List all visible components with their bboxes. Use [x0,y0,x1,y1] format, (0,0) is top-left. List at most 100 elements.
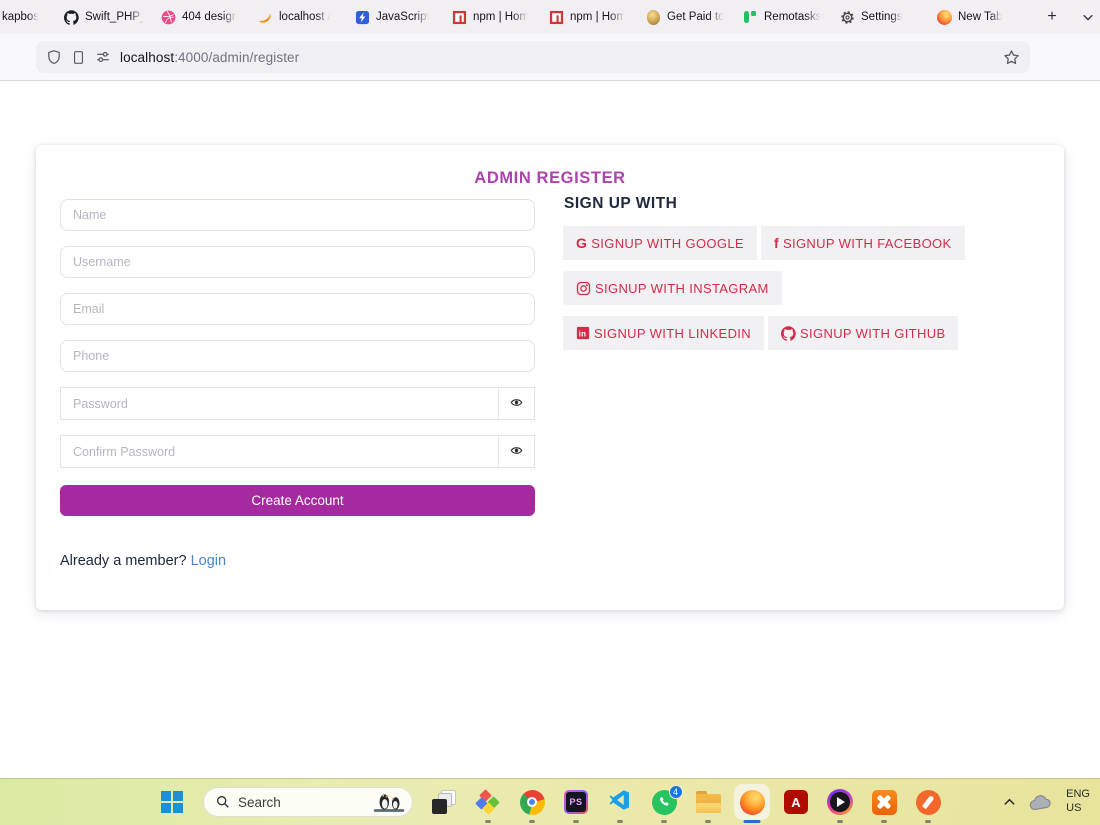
signup-facebook-button[interactable]: f SIGNUP WITH FACEBOOK [760,226,965,260]
confirm-password-field[interactable] [60,435,499,468]
taskbar-app-whatsapp[interactable]: 4 [651,784,683,815]
tab-label: localhost / [279,11,331,23]
page-title: ADMIN REGISTER [474,169,626,187]
login-link[interactable]: Login [191,553,226,569]
social-button-label: SIGNUP WITH FACEBOOK [782,235,952,251]
phone-field[interactable] [60,340,535,372]
windows-taskbar: Search PS 4 A ENG US [0,778,1100,825]
confirm-password-group [60,435,535,468]
github-icon [781,325,796,341]
tab-label: Settings [861,11,903,23]
taskbar-search[interactable]: Search [203,787,413,817]
signup-github-button[interactable]: SIGNUP WITH GITHUB [768,316,959,350]
taskbar-app-phpstorm[interactable]: PS [563,789,589,815]
page-info-icon[interactable] [71,50,86,65]
register-form: Create Account Already a member? Login [60,199,535,569]
toggle-password-visibility-button[interactable] [498,387,535,420]
tab-label: npm | Hom [473,11,530,23]
tab-get-paid[interactable]: Get Paid to [638,0,735,34]
gold-ear-icon [645,9,661,25]
tab-label: JavaScript [376,11,430,23]
npm-icon [548,9,564,25]
toggle-confirm-visibility-button[interactable] [498,435,535,468]
google-icon: G [576,235,588,251]
url-text[interactable]: localhost:4000/admin/register [120,50,994,65]
feather-app-icon [915,789,941,815]
social-button-label: SIGNUP WITH INSTAGRAM [595,280,769,296]
facebook-icon: f [773,235,779,251]
tab-swift-php[interactable]: Swift_PHP_ [56,0,153,34]
permissions-sliders-icon[interactable] [95,49,111,65]
taskbar-app-chrome[interactable] [519,789,545,815]
task-view-icon [432,790,456,814]
bookmark-star-icon[interactable] [1003,49,1020,66]
start-button[interactable] [159,789,185,815]
taskbar-app-feather[interactable] [915,789,941,815]
social-button-label: SIGNUP WITH LINKEDIN [594,325,752,341]
social-buttons: G SIGNUP WITH GOOGLE f SIGNUP WITH FACEB… [563,226,983,361]
svg-text:in: in [579,330,587,339]
shield-icon[interactable] [46,49,62,65]
taskbar-app-acrobat[interactable]: A [783,789,809,815]
tab-label: Remotasks [764,11,822,23]
tab-npm-1[interactable]: npm | Hom [444,0,541,34]
folder-icon [695,791,721,813]
search-placeholder: Search [238,794,281,810]
tab-404-design[interactable]: 404 design [153,0,250,34]
language-line2: US [1066,802,1082,814]
taskbar-app-firefox-active[interactable] [739,789,765,815]
search-highlight-penguins-image [371,788,409,817]
new-tab-button[interactable]: + [1040,4,1064,30]
tab-label: kapbos [2,11,40,23]
remotasks-icon [742,10,758,24]
tab-label: npm | Hom [570,11,627,23]
linkedin-icon: in [576,326,590,340]
tab-settings[interactable]: Settings [832,0,929,34]
taskbar-app-xampp[interactable] [871,789,897,815]
list-all-tabs-button[interactable] [1076,4,1100,30]
tab-label: New Tab [958,11,1003,23]
already-member-text: Already a member? [60,553,191,569]
taskbar-app-file-explorer[interactable] [695,789,721,815]
email-field[interactable] [60,293,535,325]
instagram-icon [576,281,591,296]
tab-javascript[interactable]: JavaScript [347,0,444,34]
taskbar-app-media-player[interactable] [827,789,853,815]
tab-kapbos[interactable]: kapbos [0,0,56,34]
onedrive-cloud-icon[interactable] [1029,794,1053,811]
signup-google-button[interactable]: G SIGNUP WITH GOOGLE [563,226,757,260]
task-view-button[interactable] [431,789,457,815]
tab-remotasks[interactable]: Remotasks [735,0,832,34]
gear-icon [839,9,855,25]
language-indicator[interactable]: ENG US [1066,788,1090,816]
eye-icon [510,396,523,412]
npm-icon [451,9,467,25]
tab-localhost[interactable]: localhost / [250,0,347,34]
username-field[interactable] [60,246,535,278]
social-signup-section: SIGN UP WITH G SIGNUP WITH GOOGLE f SIGN… [563,195,983,361]
url-path: :4000/admin/register [174,49,300,65]
search-icon [217,796,229,808]
tab-new-tab[interactable]: New Tab [929,0,1026,34]
acrobat-icon: A [784,790,808,814]
hidden-icons-button[interactable] [1003,796,1016,809]
register-card: ADMIN REGISTER Name Username Email Phone… [36,145,1064,610]
password-field[interactable] [60,387,499,420]
signup-instagram-button[interactable]: SIGNUP WITH INSTAGRAM [563,271,782,305]
phpmyadmin-icon [257,9,273,25]
taskbar-app-vscode[interactable] [607,789,633,815]
page-content: ADMIN REGISTER Name Username Email Phone… [0,81,1100,778]
vscode-icon [608,788,632,817]
signup-linkedin-button[interactable]: in SIGNUP WITH LINKEDIN [563,316,765,350]
tab-npm-2[interactable]: npm | Hom [541,0,638,34]
whatsapp-icon: 4 [651,784,683,815]
browser-tab-bar: kapbos Swift_PHP_ 404 design localhost /… [0,0,1100,34]
name-field[interactable] [60,199,535,231]
url-bar[interactable]: localhost:4000/admin/register [36,41,1030,73]
windows-logo-icon [161,791,183,813]
taskbar-app-pinwheel[interactable] [475,789,501,815]
github-icon [63,9,79,25]
create-account-button[interactable]: Create Account [60,485,535,516]
system-tray: ENG US [1003,779,1100,825]
chevron-up-icon [1004,798,1015,805]
